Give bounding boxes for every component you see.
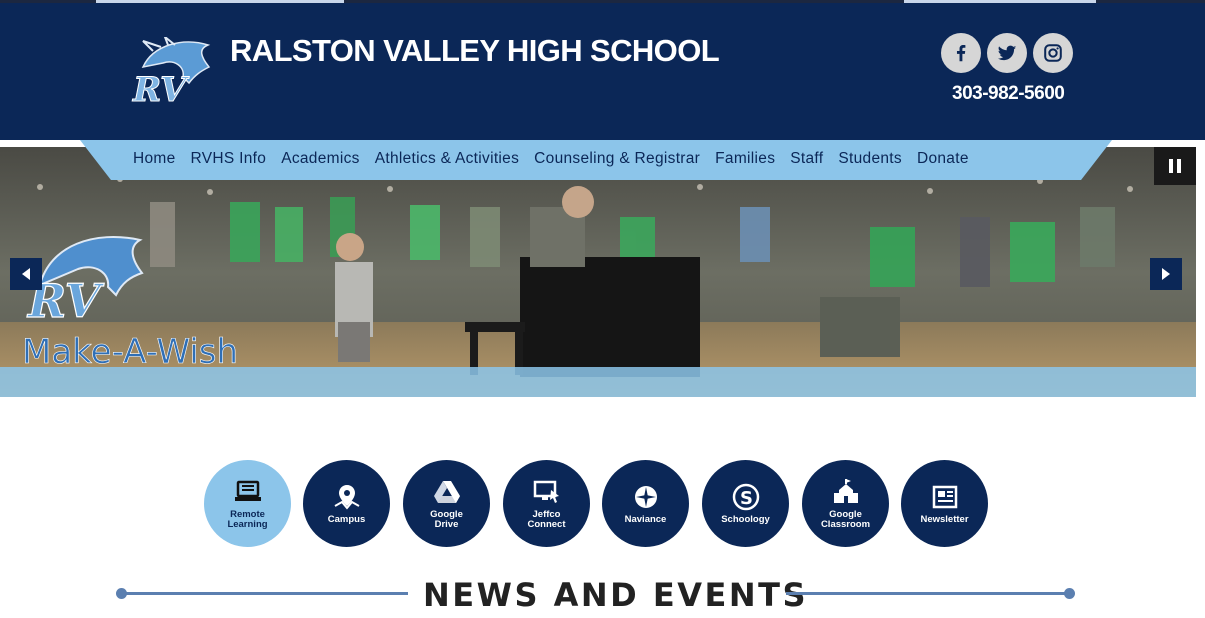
nav-item-families[interactable]: Families	[715, 150, 775, 168]
make-a-wish-overlay: RV Make-A-Wish	[22, 236, 238, 370]
facebook-icon[interactable]	[941, 33, 981, 73]
quick-link-label: Jeffco Connect	[527, 509, 566, 530]
section-divider-dot	[1064, 588, 1075, 599]
quick-link-label: Schoology	[721, 514, 770, 525]
quick-link-label: Remote Learning	[227, 509, 268, 530]
nav-item-academics[interactable]: Academics	[281, 150, 360, 168]
next-slide-button[interactable]	[1150, 258, 1182, 290]
school-logo-icon[interactable]: RV	[113, 37, 213, 109]
pause-icon	[1177, 159, 1181, 173]
quick-link-schoology[interactable]: S Schoology	[702, 460, 789, 547]
quick-link-jeffco-connect[interactable]: Jeffco Connect	[503, 460, 590, 547]
quick-link-label: Naviance	[624, 514, 667, 525]
pause-button[interactable]	[1154, 147, 1196, 185]
nav-item-athletics[interactable]: Athletics & Activities	[375, 150, 519, 168]
compass-icon	[634, 486, 657, 508]
quick-link-google-drive[interactable]: Google Drive	[403, 460, 490, 547]
laptop-book-icon	[234, 480, 261, 501]
hero-caption-band	[0, 367, 1196, 397]
nav-item-counseling[interactable]: Counseling & Registrar	[534, 150, 700, 168]
section-title: NEWS AND EVENTS	[423, 576, 809, 614]
hero-slideshow: RV Make-A-Wish	[0, 147, 1196, 397]
monitor-cursor-icon	[533, 480, 559, 503]
nav-item-donate[interactable]: Donate	[917, 150, 969, 168]
arrow-left-icon	[22, 268, 30, 280]
nav-item-home[interactable]: Home	[133, 150, 176, 168]
quick-link-google-classroom[interactable]: Google Classroom	[802, 460, 889, 547]
schoology-icon: S	[732, 483, 759, 511]
quick-link-label: Google Classroom	[820, 509, 871, 530]
arrow-right-icon	[1162, 268, 1170, 280]
site-title[interactable]: RALSTON VALLEY HIGH SCHOOL	[230, 33, 720, 69]
map-pin-icon	[334, 485, 359, 510]
schoolhouse-icon	[833, 479, 858, 503]
quick-link-remote-learning[interactable]: Remote Learning	[204, 460, 291, 547]
svg-text:Make-A-Wish: Make-A-Wish	[22, 332, 238, 370]
previous-slide-button[interactable]	[10, 258, 42, 290]
svg-text:RV: RV	[132, 70, 190, 109]
nav-item-rvhs-info[interactable]: RVHS Info	[191, 150, 267, 168]
nav-item-students[interactable]: Students	[838, 150, 902, 168]
twitter-icon[interactable]	[987, 33, 1027, 73]
svg-text:S: S	[740, 488, 753, 509]
quick-link-newsletter[interactable]: Newsletter	[901, 460, 988, 547]
nav-item-staff[interactable]: Staff	[790, 150, 823, 168]
quick-link-label: Newsletter	[920, 514, 969, 525]
newspaper-icon	[932, 485, 957, 509]
phone-number[interactable]: 303-982-5600	[952, 83, 1065, 105]
instagram-icon[interactable]	[1033, 33, 1073, 73]
quick-link-campus[interactable]: Campus	[303, 460, 390, 547]
quick-link-label: Google Drive	[430, 509, 463, 530]
quick-link-label: Campus	[327, 514, 366, 525]
pause-icon	[1169, 159, 1173, 173]
section-divider-line	[786, 592, 1070, 595]
google-drive-icon	[433, 481, 460, 503]
quick-link-naviance[interactable]: Naviance	[602, 460, 689, 547]
site-header: RV RALSTON VALLEY HIGH SCHOOL 303-982-56…	[0, 3, 1205, 140]
section-divider-line	[122, 592, 408, 595]
main-nav: Home RVHS Info Academics Athletics & Act…	[80, 140, 1112, 180]
